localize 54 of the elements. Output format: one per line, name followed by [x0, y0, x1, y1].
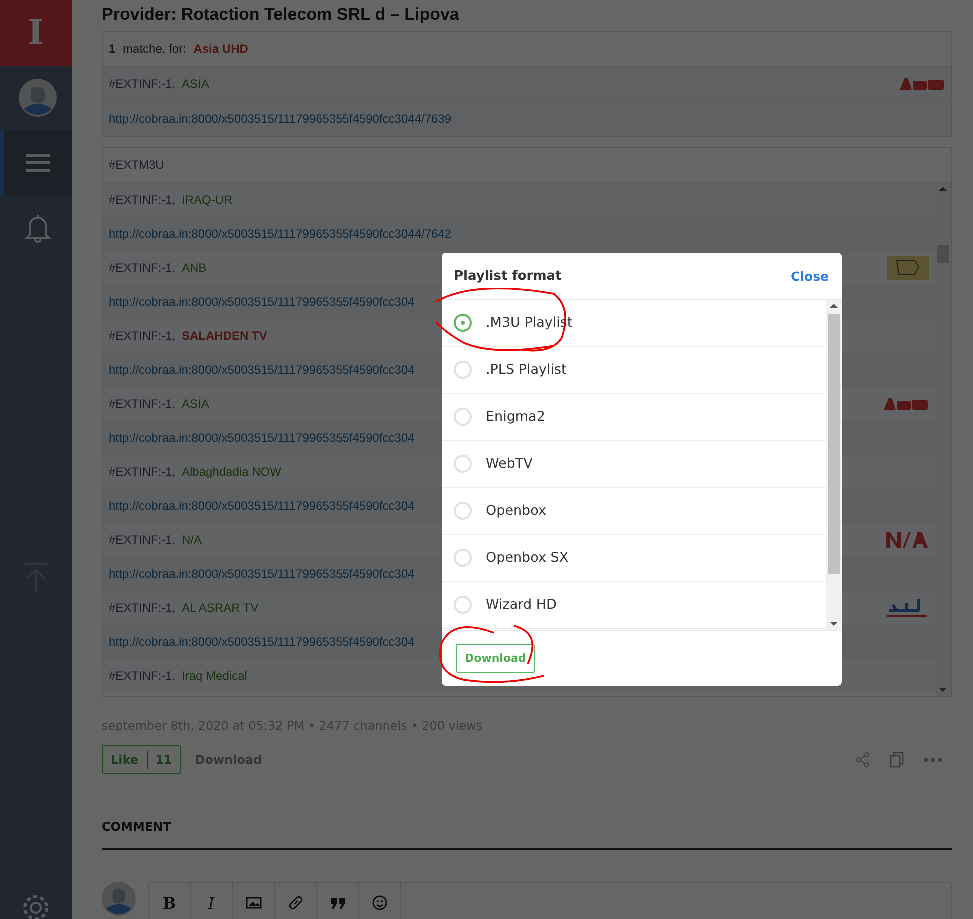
- stream-url[interactable]: http://cobraa.in:8000/x5003515/11179965355f4590fcc304: [109, 363, 415, 377]
- extinf-line: #EXTINF:-1, Albaghdadia NOW: [109, 465, 282, 479]
- extinf-line: #EXTINF:-1, N/A: [109, 533, 202, 547]
- bold-button[interactable]: B: [149, 883, 191, 919]
- settings-icon[interactable]: [21, 893, 51, 919]
- link-icon: [288, 895, 304, 911]
- avatar-icon: [19, 79, 57, 117]
- format-option[interactable]: Wizard HD: [442, 582, 826, 629]
- copy-icon[interactable]: [890, 752, 904, 768]
- extinf-line: #EXTINF:-1, SALAHDEN TV: [109, 329, 268, 343]
- channel-logo: [899, 77, 945, 91]
- format-option[interactable]: .PLS Playlist: [442, 347, 826, 394]
- stream-url[interactable]: http://cobraa.in:8000/x5003515/11179965355f4590fcc3044/7639: [109, 112, 452, 126]
- comment-heading: COMMENT: [102, 820, 952, 850]
- bell-icon: [24, 213, 52, 243]
- stream-url[interactable]: http://cobraa.in:8000/x5003515/11179965355f4590fcc304: [109, 567, 415, 581]
- dialog-title: Playlist format: [454, 268, 562, 284]
- site-logo[interactable]: I: [0, 0, 72, 66]
- quote-icon: [330, 897, 346, 909]
- stream-url[interactable]: http://cobraa.in:8000/x5003515/11179965355f4590fcc304: [109, 295, 415, 309]
- channel-logo: [885, 531, 929, 549]
- stream-url[interactable]: http://cobraa.in:8000/x5003515/11179965355f4590fcc304: [109, 635, 415, 649]
- menu-icon: [26, 153, 50, 173]
- extinf-line: #EXTINF:-1, ASIA: [109, 397, 210, 411]
- image-icon: [246, 897, 262, 909]
- emoji-icon: [372, 895, 388, 911]
- extinf-line: #EXTINF:-1, AL ASRAR TV: [109, 601, 259, 615]
- playlist-header: #EXTM3U: [109, 158, 164, 172]
- like-button[interactable]: Like 11: [102, 745, 182, 774]
- share-icon[interactable]: [856, 752, 870, 768]
- channel-logo: [887, 256, 929, 280]
- stream-url[interactable]: http://cobraa.in:8000/x5003515/11179965355f4590fcc3044/7642: [109, 227, 452, 241]
- more-icon[interactable]: [924, 758, 942, 762]
- format-option[interactable]: Openbox SX: [442, 535, 826, 582]
- scrollbar[interactable]: [826, 300, 842, 630]
- channel-logo: [883, 397, 929, 411]
- stream-url[interactable]: http://cobraa.in:8000/x5003515/11179965355f4590fcc304: [109, 499, 415, 513]
- download-button[interactable]: Download: [456, 644, 536, 673]
- page-title: Provider: Rotaction Telecom SRL d – Lipova: [102, 4, 460, 25]
- close-link[interactable]: Close: [791, 268, 829, 284]
- sidebar-item[interactable]: [0, 131, 72, 196]
- channel-logo: [885, 597, 929, 619]
- extinf-line: #EXTINF:-1, ANB: [109, 261, 207, 275]
- format-option[interactable]: Enigma2: [442, 394, 826, 441]
- avatar-icon: [102, 882, 136, 916]
- radio-button[interactable]: [454, 314, 472, 332]
- extinf-line: #EXTINF:-1, Iraq Medical: [109, 669, 248, 683]
- extinf-line: #EXTINF:-1, IRAQ-UR: [109, 193, 233, 207]
- extinf-line: #EXTINF:-1, ASIA: [109, 77, 210, 91]
- comment-editor[interactable]: B I: [148, 882, 952, 919]
- stream-url[interactable]: http://cobraa.in:8000/x5003515/11179965355f4590fcc304: [109, 431, 415, 445]
- format-option[interactable]: WebTV: [442, 441, 826, 488]
- scrollbar[interactable]: [935, 183, 951, 696]
- format-option[interactable]: Openbox: [442, 488, 826, 535]
